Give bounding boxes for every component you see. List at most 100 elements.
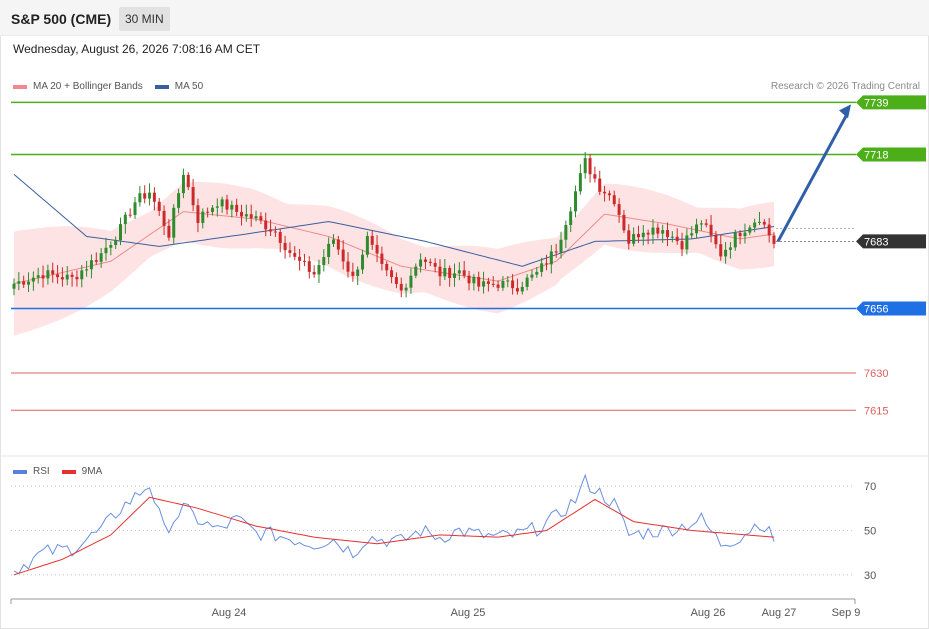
candle-body	[288, 250, 292, 253]
candle-body	[685, 235, 689, 250]
candle-body	[322, 257, 326, 266]
candle-body	[486, 281, 490, 284]
candle-body	[380, 253, 384, 264]
candle-body	[36, 275, 40, 278]
candle-body	[240, 211, 244, 217]
candle-body	[60, 277, 64, 280]
candle-body	[462, 270, 466, 276]
candle-body	[477, 276, 481, 287]
candle-body	[661, 230, 665, 234]
candle-body	[293, 252, 297, 257]
candle-body	[656, 227, 660, 234]
candle-body	[196, 205, 200, 223]
candle-body	[220, 199, 224, 207]
level-label-7615: 7615	[864, 405, 888, 417]
candle-body	[46, 270, 50, 279]
candle-body	[181, 174, 185, 194]
candle-body	[206, 211, 210, 213]
candle-body	[428, 261, 432, 263]
candle-body	[361, 254, 365, 270]
candle-body	[312, 271, 316, 275]
candle-body	[307, 261, 311, 272]
level-label-7718: 7718	[864, 150, 888, 162]
candle-body	[17, 281, 21, 284]
candle-body	[186, 174, 190, 188]
candle-body	[31, 277, 35, 282]
candle-body	[133, 202, 137, 216]
candle-body	[419, 259, 423, 267]
candle-body	[177, 193, 181, 208]
candle-body	[767, 224, 771, 236]
candle-body	[709, 224, 713, 236]
candle-body	[104, 247, 108, 254]
candle-body	[215, 206, 219, 208]
candle-body	[317, 265, 321, 275]
candle-body	[210, 207, 214, 213]
candle-body	[123, 214, 127, 225]
price-label-layer: 7739 7718 7683 7656 7630 7615	[856, 95, 926, 417]
rsi-tick-label: 70	[864, 481, 876, 493]
candle-body	[651, 227, 655, 235]
candle-body	[283, 242, 287, 251]
rsi-tick-label: 30	[864, 570, 876, 582]
candle-body	[588, 158, 592, 175]
x-tick-label: Sep 9	[832, 607, 861, 619]
candle-body	[230, 204, 234, 210]
candle-body	[172, 207, 176, 238]
candle-body	[298, 256, 302, 261]
candle-body	[27, 281, 31, 285]
candle-body	[201, 211, 205, 223]
candle-body	[51, 270, 55, 275]
candle-body	[641, 232, 645, 238]
candle-body	[191, 187, 195, 206]
candle-body	[617, 204, 621, 215]
candle-body	[409, 275, 413, 288]
candle-body	[525, 277, 529, 287]
candle-body	[414, 266, 418, 276]
candle-body	[593, 174, 597, 179]
candle-body	[496, 284, 500, 288]
candle-body	[162, 210, 166, 226]
candle-body	[404, 287, 408, 291]
candle-body	[143, 193, 147, 199]
rsi-panel: 30 50 70	[0, 455, 929, 582]
forecast-arrow-layer	[776, 104, 851, 243]
candle-body	[225, 199, 229, 210]
candle-body	[724, 249, 728, 257]
time-axis: Aug 24 Aug 25 Aug 26 Aug 27 Sep 9	[10, 598, 861, 619]
candle-body	[472, 276, 476, 284]
candle-body	[138, 193, 142, 203]
candle-body	[690, 233, 694, 236]
price-chart[interactable]: 773977187683765676307615 305070 Aug 24 Au…	[0, 0, 929, 629]
candle-body	[448, 267, 452, 278]
candle-body	[118, 224, 122, 241]
candle-body	[278, 232, 282, 243]
candle-body	[467, 275, 471, 284]
candle-body	[627, 230, 631, 244]
candle-body	[264, 220, 268, 230]
candle-body	[569, 211, 573, 225]
candle-body	[453, 273, 457, 278]
candle-body	[738, 232, 742, 237]
candle-body	[574, 191, 578, 212]
candle-body	[540, 263, 544, 272]
candle-body	[757, 221, 761, 223]
candle-body	[457, 270, 461, 274]
candle-body	[370, 235, 374, 245]
candle-body	[607, 193, 611, 196]
candle-body	[273, 231, 277, 233]
candle-body	[346, 261, 350, 272]
candle-body	[695, 224, 699, 234]
candle-body	[341, 249, 345, 262]
candle-body	[762, 221, 766, 225]
candle-body	[394, 277, 398, 284]
candle-body	[269, 229, 273, 232]
candle-body	[670, 236, 674, 238]
candle-body	[12, 283, 16, 289]
candle-body	[327, 243, 331, 258]
candle-body	[423, 259, 427, 262]
candle-body	[680, 241, 684, 250]
candle-body	[632, 234, 636, 244]
candle-body	[583, 158, 587, 174]
candle-body	[748, 227, 752, 233]
